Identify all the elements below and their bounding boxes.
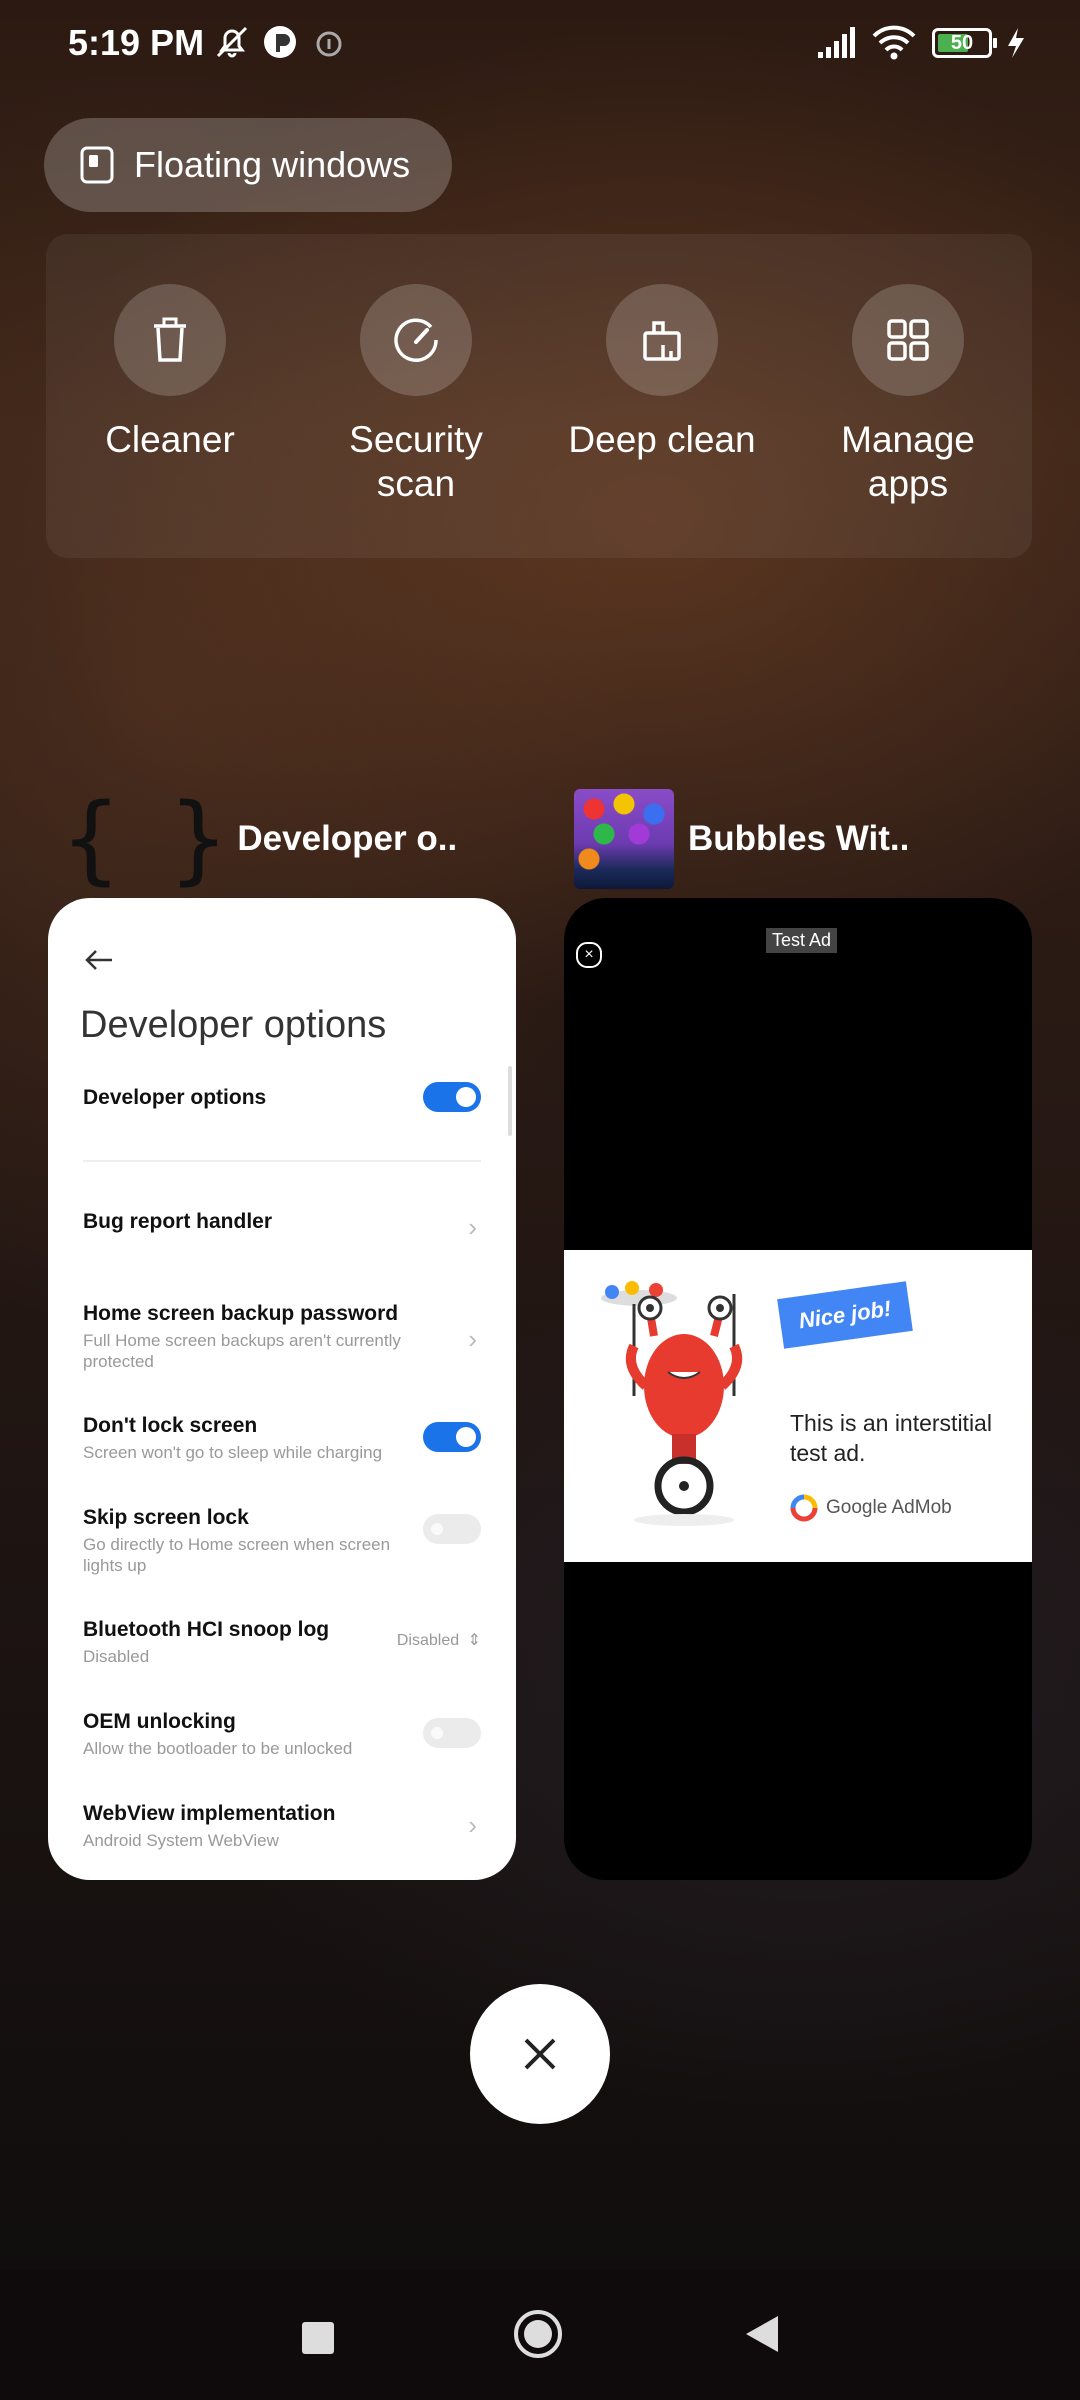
row-title: Don't lock screen	[83, 1414, 258, 1437]
list-item[interactable]: Bug report handler ›	[83, 1210, 481, 1242]
manage-apps-label: Manage apps	[841, 419, 975, 504]
row-title: Bug report handler	[83, 1210, 273, 1233]
floating-window-icon	[80, 146, 114, 184]
back-button[interactable]	[744, 2314, 780, 2354]
close-icon[interactable]: ×	[576, 942, 602, 968]
skip-screen-lock-toggle[interactable]	[423, 1514, 481, 1544]
row-title: OEM unlocking	[83, 1710, 236, 1733]
row-title: WebView implementation	[83, 1802, 336, 1825]
info-icon	[316, 31, 342, 57]
row-title: Developer options	[83, 1086, 267, 1109]
list-item[interactable]: Bluetooth HCI snoop log Disabled Disable…	[83, 1618, 481, 1667]
monster-unicycle-illustration	[601, 1281, 742, 1526]
chevron-right-icon: ›	[468, 1810, 477, 1840]
home-button[interactable]	[514, 2310, 562, 2358]
chevron-right-icon: ›	[468, 1212, 477, 1242]
admob-logo-icon	[790, 1494, 818, 1522]
ad-text: This is an interstitial test ad.	[790, 1410, 992, 1466]
row-subtitle: Disabled	[83, 1647, 150, 1666]
trash-icon	[154, 317, 186, 362]
chevron-right-icon: ›	[468, 1324, 477, 1354]
wifi-icon	[872, 25, 916, 60]
developer-options-app-icon: { }	[62, 783, 227, 895]
developer-options-toggle[interactable]	[423, 1082, 481, 1112]
row-subtitle: Android System WebView	[83, 1831, 279, 1850]
grid-apps-icon	[887, 319, 929, 361]
floating-windows-label: Floating windows	[134, 144, 411, 185]
dropdown-value[interactable]: Disabled ⇕	[397, 1630, 481, 1650]
navigation-bar	[0, 2270, 1080, 2400]
test-ad-label: Test Ad	[766, 928, 838, 953]
back-arrow-icon	[85, 950, 112, 970]
cleaner-button[interactable]: Cleaner	[70, 284, 270, 462]
quick-actions-panel: Cleaner Security scan Deep clean Manage …	[46, 234, 1032, 558]
oem-unlocking-toggle[interactable]	[423, 1718, 481, 1748]
row-subtitle: Go directly to Home screen when screen l…	[83, 1535, 391, 1575]
manage-apps-button[interactable]: Manage apps	[808, 284, 1008, 506]
security-scan-label: Security scan	[349, 419, 483, 504]
list-item[interactable]: WebView implementation Android System We…	[83, 1802, 481, 1851]
recents-button[interactable]	[302, 2322, 334, 2354]
clear-all-button[interactable]	[470, 1984, 610, 2124]
recent-app-card-bubbles[interactable]: Test Ad × Nice job! This is an interstit…	[564, 898, 1032, 1880]
developer-options-toggle-row[interactable]: Developer options	[83, 1082, 481, 1112]
broom-bag-icon	[643, 321, 681, 361]
battery-icon: 50	[932, 28, 997, 58]
list-item[interactable]: Home screen backup password Full Home sc…	[83, 1302, 481, 1372]
chevron-updown-icon: ⇕	[467, 1632, 481, 1649]
security-scan-button[interactable]: Security scan	[316, 284, 516, 506]
row-subtitle: Full Home screen backups aren't currentl…	[83, 1331, 401, 1371]
nice-job-flag: Nice job!	[777, 1281, 913, 1349]
dont-lock-screen-toggle[interactable]	[423, 1422, 481, 1452]
cleaner-label: Cleaner	[105, 419, 235, 460]
admob-brand: Google AdMob	[790, 1494, 952, 1522]
list-item[interactable]: OEM unlocking Allow the bootloader to be…	[83, 1710, 481, 1759]
row-subtitle: Allow the bootloader to be unlocked	[83, 1739, 353, 1758]
admob-label: Google AdMob	[826, 1497, 952, 1518]
status-bar: 5:19 PM 50	[0, 0, 1080, 90]
row-subtitle: Screen won't go to sleep while charging	[83, 1443, 383, 1462]
page-title: Developer options	[80, 1004, 387, 1046]
list-item[interactable]: Don't lock screen Screen won't go to sle…	[83, 1414, 481, 1463]
deep-clean-label: Deep clean	[568, 419, 756, 460]
scroll-indicator	[508, 1066, 512, 1136]
app-notification-icon	[264, 26, 296, 58]
recent-app-header-developer[interactable]: { } Developer o..	[62, 783, 458, 895]
recent-app-header-bubbles[interactable]: Bubbles Wit..	[574, 786, 909, 892]
ad-banner[interactable]: Nice job! This is an interstitial test a…	[564, 1250, 1032, 1562]
signal-icon	[818, 27, 855, 58]
dropdown-value-text: Disabled	[396, 1632, 460, 1649]
recent-app-card-developer[interactable]: Developer options Developer options Bug …	[48, 898, 516, 1880]
charging-bolt-icon	[1008, 28, 1024, 58]
divider	[83, 1160, 481, 1162]
bubbles-game-app-icon	[574, 789, 674, 889]
floating-windows-button[interactable]: Floating windows	[44, 118, 452, 212]
status-time: 5:19 PM	[68, 22, 205, 63]
close-icon	[524, 2038, 556, 2070]
deep-clean-button[interactable]: Deep clean	[562, 284, 762, 462]
row-title: Home screen backup password	[83, 1302, 399, 1325]
bell-off-icon	[216, 26, 248, 58]
recent-app-name: Developer o..	[237, 819, 458, 858]
row-title: Skip screen lock	[83, 1506, 249, 1529]
list-item[interactable]: Skip screen lock Go directly to Home scr…	[83, 1506, 481, 1576]
security-gauge-icon	[394, 318, 438, 362]
battery-level: 50	[950, 32, 974, 54]
recent-app-name: Bubbles Wit..	[688, 819, 910, 858]
